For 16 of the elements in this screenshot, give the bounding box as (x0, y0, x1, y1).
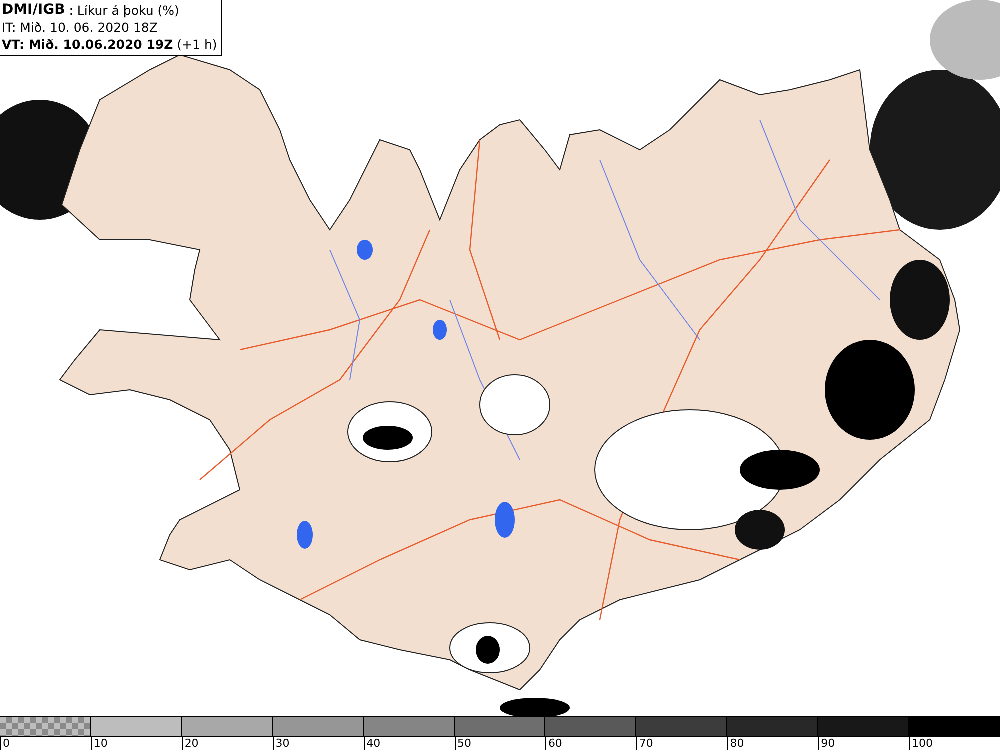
legend-tick-label: 60 (545, 737, 562, 750)
issued-time: IT: Mið. 10. 06. 2020 18Z (2, 19, 158, 36)
legend-tick-label: 90 (818, 737, 836, 750)
legend-tick-label: 0 (0, 737, 10, 750)
legend-tick-label: 40 (364, 737, 381, 750)
legend-tick-label: 30 (272, 737, 290, 750)
legend-tick-label: 20 (182, 737, 199, 750)
valid-time: VT: Mið. 10.06.2020 19Z (2, 36, 174, 53)
source-label: DMI/IGB (2, 2, 66, 19)
legend-tick-label: 100 (909, 737, 934, 750)
lead-time: (+1 h) (177, 36, 218, 53)
legend-tick-label: 50 (454, 737, 472, 750)
product-title: : Líkur á þoku (%) (69, 2, 180, 19)
legend-tick-label: 10 (90, 737, 108, 750)
legend-tick-label: 70 (636, 737, 654, 750)
legend-tick-label: 80 (727, 737, 744, 750)
